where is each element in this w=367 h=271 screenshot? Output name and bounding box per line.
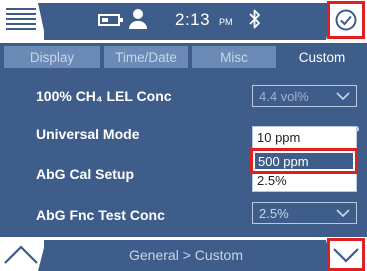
device-screen: 2:13 PM Display Time/Date Misc Custom 10… — [0, 0, 367, 271]
status-header: 2:13 PM — [0, 0, 367, 42]
universal-mode-label: Universal Mode — [36, 126, 140, 142]
bluetooth-icon — [249, 9, 260, 29]
chevron-down-icon — [333, 248, 359, 263]
settings-tabs: Display Time/Date Misc Custom — [0, 43, 367, 71]
clock-ampm: PM — [219, 17, 233, 27]
confirm-button[interactable] — [327, 1, 365, 39]
breadcrumb: General > Custom — [129, 247, 243, 263]
user-icon — [128, 9, 148, 31]
hamburger-menu-icon[interactable] — [6, 8, 36, 34]
abg-cal-setup-label: AbG Cal Setup — [36, 166, 135, 182]
check-circle-icon — [335, 9, 357, 31]
chevron-up-icon[interactable] — [3, 243, 39, 265]
dropdown-option-2-5pct[interactable]: 2.5% — [257, 173, 287, 188]
lel-conc-select[interactable]: 4.4 vol% — [252, 85, 357, 107]
abg-fnc-test-conc-label: AbG Fnc Test Conc — [36, 207, 165, 223]
navigation-footer: General > Custom — [0, 237, 367, 271]
abg-fnc-test-conc-value: 2.5% — [259, 206, 289, 221]
scroll-down-button[interactable] — [327, 238, 365, 271]
tab-time-date[interactable]: Time/Date — [104, 46, 188, 68]
tab-misc[interactable]: Misc — [192, 46, 276, 68]
lel-conc-label: 100% CH₄ LEL Conc — [36, 88, 172, 104]
clock-time: 2:13 — [175, 10, 211, 29]
dropdown-option-10ppm[interactable]: 10 ppm — [257, 130, 300, 145]
tab-display[interactable]: Display — [4, 46, 100, 68]
dropdown-option-label: 500 ppm — [258, 154, 309, 169]
dropdown-option-500ppm[interactable]: 500 ppm — [250, 148, 358, 174]
tab-custom[interactable]: Custom — [280, 46, 364, 68]
chevron-down-icon — [336, 209, 350, 218]
chevron-down-icon — [336, 92, 350, 101]
abg-fnc-test-conc-select[interactable]: 2.5% — [252, 202, 357, 224]
battery-icon — [98, 14, 123, 26]
lel-conc-value: 4.4 vol% — [259, 89, 309, 104]
